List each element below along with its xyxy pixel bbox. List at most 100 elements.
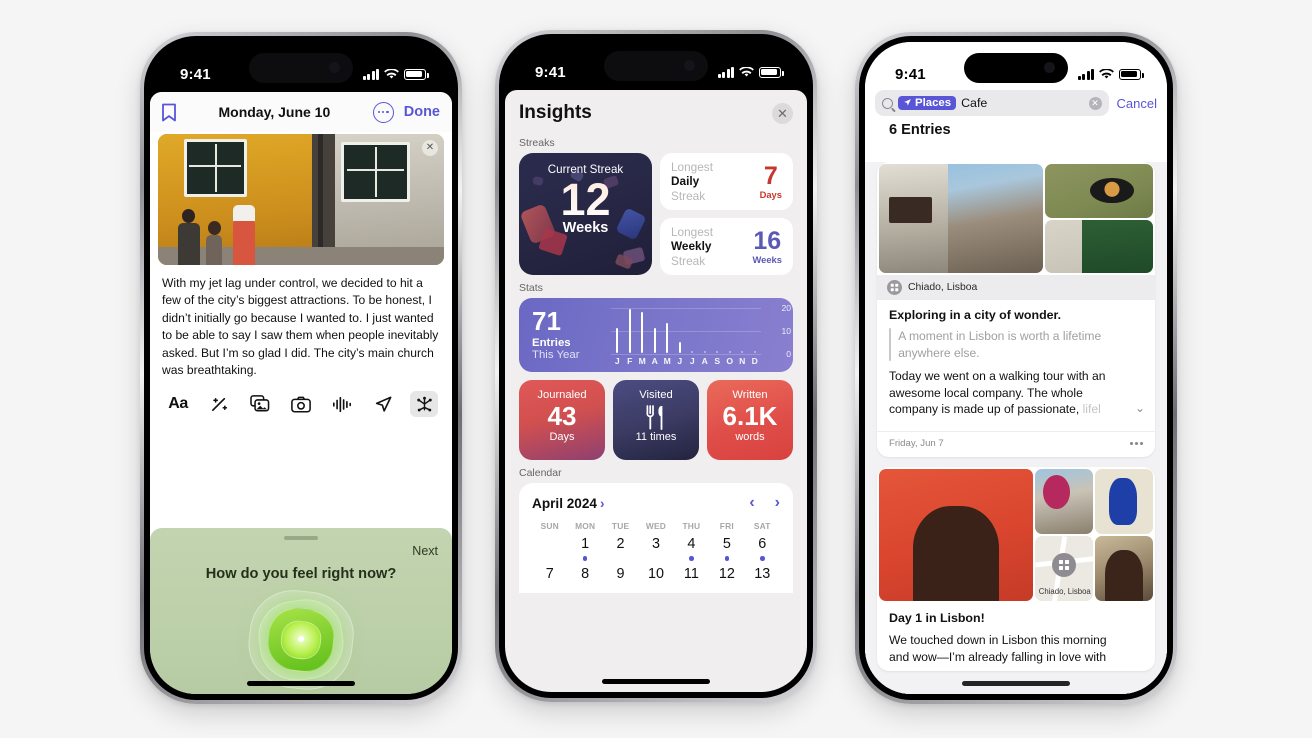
- longest-weekly-value: 16: [753, 226, 782, 255]
- home-indicator[interactable]: [962, 681, 1070, 686]
- entry-location-label: Chiado, Lisboa: [908, 282, 978, 293]
- entry-text[interactable]: With my jet lag under control, we decide…: [150, 265, 452, 385]
- entry-title: Exploring in a city of wonder.: [889, 308, 1062, 322]
- calendar-day[interactable]: 6: [745, 536, 780, 561]
- close-icon[interactable]: ✕: [772, 102, 793, 124]
- format-text-icon[interactable]: Aa: [164, 391, 192, 417]
- calendar-day-number: 11: [683, 565, 699, 582]
- entry-location[interactable]: Chiado, Lisboa: [877, 275, 1155, 300]
- calendar-day[interactable]: 12: [709, 566, 744, 582]
- chevron-right-icon: ›: [599, 495, 605, 511]
- longest-weekly-streak-card[interactable]: Longest Weekly Streak 16 Weeks: [660, 218, 793, 275]
- chart-bar: [628, 309, 631, 353]
- streaks-section-label: Streaks: [519, 137, 555, 149]
- home-indicator[interactable]: [602, 679, 710, 684]
- calendar-day[interactable]: 9: [603, 566, 638, 582]
- places-icon: [1051, 552, 1076, 577]
- nav-actions: Done: [372, 101, 440, 123]
- clear-text-icon[interactable]: ✕: [1088, 96, 1102, 110]
- dynamic-island: [964, 53, 1068, 83]
- map-tile[interactable]: Chiado, Lisboa: [1034, 535, 1093, 601]
- calendar-month-label: April 2024: [532, 495, 597, 511]
- written-unit: words: [735, 431, 765, 443]
- entry-card-1[interactable]: Chiado, Lisboa Exploring in a city of wo…: [877, 162, 1155, 457]
- longest-daily-streak-card[interactable]: Longest Daily Streak 7 Days: [660, 153, 793, 210]
- photo-pole: [318, 134, 324, 265]
- current-streak-card[interactable]: Current Streak 12 Weeks: [519, 153, 652, 275]
- calendar-day[interactable]: 11: [674, 566, 709, 582]
- camera-icon[interactable]: [287, 391, 315, 417]
- written-tile[interactable]: Written 6.1K words: [707, 380, 793, 460]
- sheet-grabber[interactable]: [284, 536, 318, 540]
- places-token-label: Places: [915, 96, 952, 109]
- photo-people: [172, 184, 304, 265]
- calendar-day[interactable]: 13: [745, 566, 780, 582]
- portrait-orange-wall-photo[interactable]: [879, 468, 1033, 601]
- chart-bar: [716, 351, 719, 353]
- photo-column: Chiado, Lisboa: [1034, 468, 1154, 601]
- calendar-day[interactable]: 8: [567, 566, 602, 582]
- wifi-icon: [739, 66, 754, 77]
- calendar-day[interactable]: 10: [638, 566, 673, 582]
- results-list[interactable]: Chiado, Lisboa Exploring in a city of wo…: [865, 162, 1167, 694]
- ellipsis-icon[interactable]: [1129, 442, 1143, 445]
- battery-icon: [759, 66, 784, 78]
- entries-chart-card[interactable]: 71 Entries This Year 20 10 0 J F M A M J J A S O N D: [519, 298, 793, 372]
- chevron-down-icon[interactable]: ⌄: [1135, 400, 1145, 417]
- coffee-cup-photo[interactable]: [1045, 164, 1153, 218]
- calendar-weekday: WED: [645, 521, 667, 531]
- photo-row-top: [1034, 468, 1154, 534]
- places-icon: [887, 280, 902, 295]
- longest-daily-value: 7: [763, 161, 778, 190]
- journaled-tile[interactable]: Journaled 43 Days: [519, 380, 605, 460]
- portrait-sunglasses-photo[interactable]: [1094, 535, 1154, 601]
- photo-grid: Chiado, Lisboa: [877, 467, 1155, 603]
- calendar-day-number: 4: [687, 536, 696, 552]
- calendar-prev-button[interactable]: ‹: [749, 494, 754, 512]
- calendar-day[interactable]: 2: [603, 536, 638, 561]
- calendar-day[interactable]: [532, 536, 567, 561]
- calendar-day[interactable]: 7: [532, 566, 567, 582]
- phone-1-journal-entry: 9:41 Monday, June 10 Done ✕ With my jet …: [140, 32, 462, 704]
- chart-x-labels: JFMAMJJASOND: [611, 356, 761, 366]
- label-line-1: Longest: [671, 159, 713, 174]
- entry-card-2[interactable]: Chiado, Lisboa Day 1 in Lisbon! We touch…: [877, 466, 1155, 672]
- calendar-nav: ‹ ›: [749, 494, 780, 512]
- journaled-value: 43: [547, 401, 577, 431]
- calendar-day[interactable]: 5: [709, 536, 744, 561]
- magic-wand-icon[interactable]: [205, 391, 233, 417]
- home-indicator[interactable]: [247, 681, 355, 686]
- close-photo-icon[interactable]: ✕: [422, 140, 438, 156]
- visited-tile[interactable]: Visited 11 times: [613, 380, 699, 460]
- calendar-day[interactable]: 3: [638, 536, 673, 561]
- calendar-day[interactable]: 1: [567, 536, 602, 561]
- green-door-photo[interactable]: [1045, 219, 1153, 273]
- blue-art-photo[interactable]: [1094, 468, 1154, 534]
- entry-photo[interactable]: ✕: [158, 134, 444, 265]
- written-value: 6.1K: [722, 401, 778, 431]
- done-button[interactable]: Done: [404, 104, 440, 120]
- bookmark-icon[interactable]: [162, 103, 176, 122]
- calendar-next-button[interactable]: ›: [775, 494, 780, 512]
- street-balcony-photo[interactable]: [879, 164, 1044, 273]
- state-of-mind-icon[interactable]: [410, 391, 438, 418]
- location-arrow-icon[interactable]: [369, 391, 397, 417]
- ellipsis-circle-icon[interactable]: [372, 101, 394, 123]
- mood-blob-graphic: [244, 585, 358, 694]
- flowers-photo[interactable]: [1034, 468, 1093, 534]
- photo-library-icon[interactable]: [246, 391, 274, 417]
- chart-x-tick: F: [627, 356, 633, 366]
- cancel-button[interactable]: Cancel: [1117, 96, 1157, 111]
- photo-grid: [877, 162, 1155, 275]
- chart-x-tick: J: [677, 356, 683, 366]
- calendar-day[interactable]: 4: [674, 536, 709, 561]
- next-button[interactable]: Next: [164, 544, 438, 558]
- search-icon: [882, 97, 893, 109]
- cellular-bars-icon: [362, 68, 379, 80]
- audio-waveform-icon[interactable]: [328, 391, 356, 417]
- calendar-month-button[interactable]: April 2024 ›: [532, 496, 605, 511]
- places-filter-token[interactable]: Places: [898, 95, 957, 111]
- search-input[interactable]: Places Cafe ✕: [875, 90, 1109, 116]
- calendar-day-dot: [618, 556, 623, 561]
- chart-bar: [616, 327, 619, 353]
